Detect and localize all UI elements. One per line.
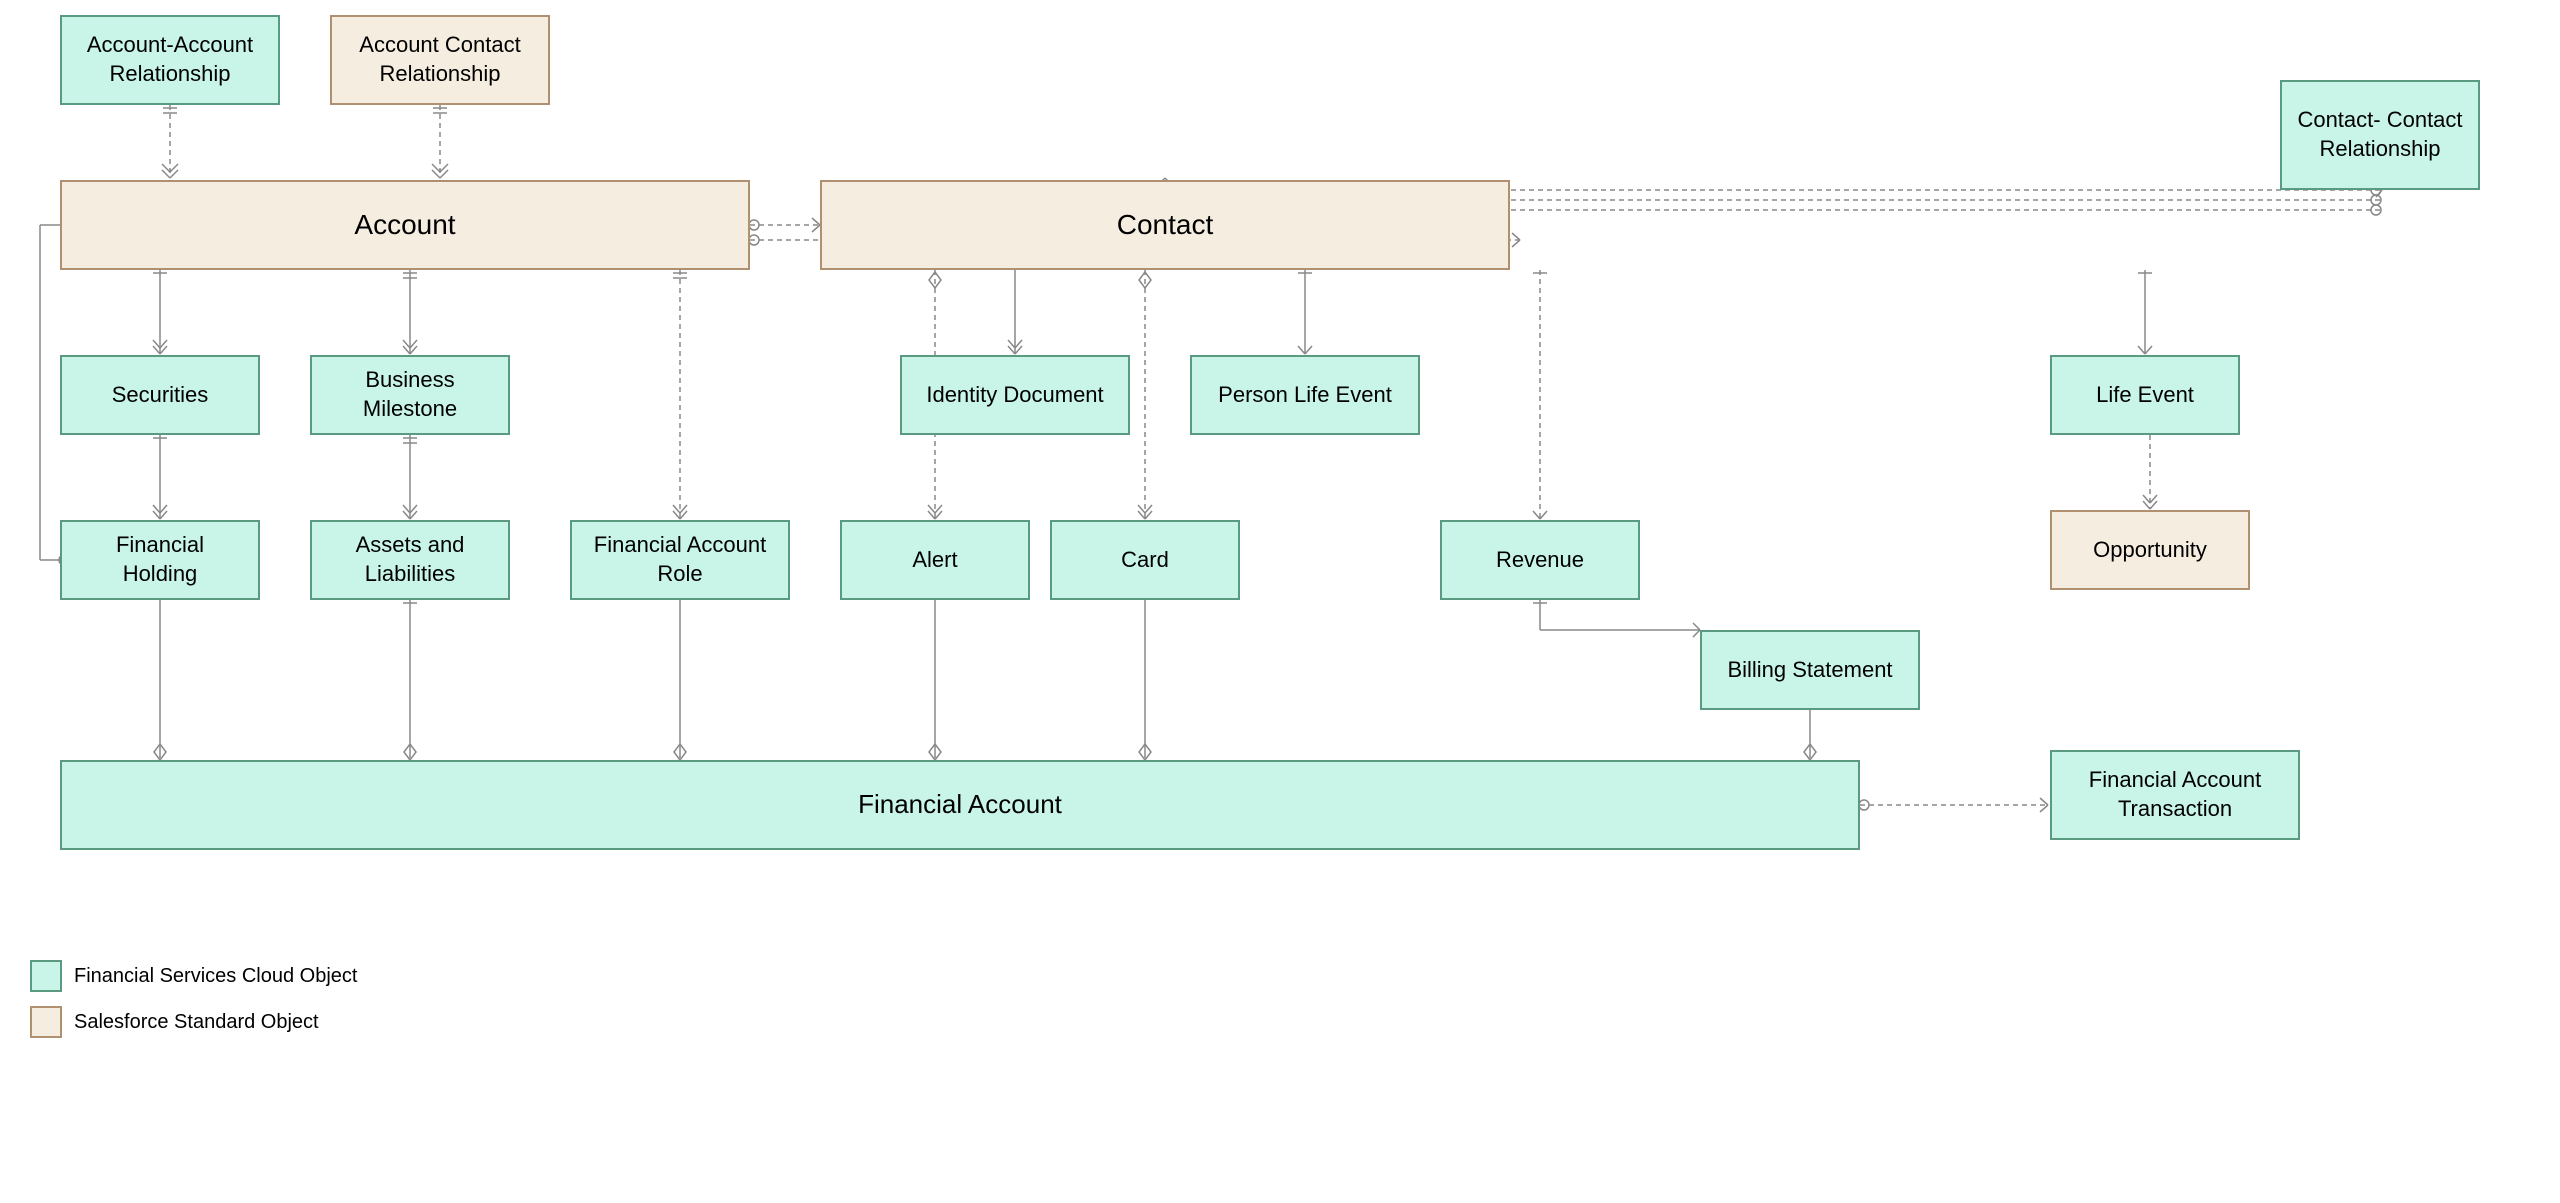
securities-node: Securities <box>60 355 260 435</box>
legend-sf-label: Salesforce Standard Object <box>74 1011 319 1034</box>
account-account-relationship-node: Account-Account Relationship <box>60 15 280 105</box>
contact-node: Contact <box>820 180 1510 270</box>
legend: Financial Services Cloud Object Salesfor… <box>30 960 357 1080</box>
financial-account-transaction-node: Financial Account Transaction <box>2050 750 2300 840</box>
business-milestone-node: Business Milestone <box>310 355 510 435</box>
card-node: Card <box>1050 520 1240 600</box>
legend-fsc-label: Financial Services Cloud Object <box>74 965 357 988</box>
financial-holding-node: Financial Holding <box>60 520 260 600</box>
revenue-node: Revenue <box>1440 520 1640 600</box>
financial-account-role-node: Financial Account Role <box>570 520 790 600</box>
legend-fsc-box <box>30 960 62 992</box>
legend-sf-box <box>30 1006 62 1038</box>
account-node: Account <box>60 180 750 270</box>
alert-node: Alert <box>840 520 1030 600</box>
person-life-event-node: Person Life Event <box>1190 355 1420 435</box>
opportunity-node: Opportunity <box>2050 510 2250 590</box>
legend-fsc: Financial Services Cloud Object <box>30 960 357 992</box>
diagram-container: Account-Account Relationship Account Con… <box>0 0 2560 1100</box>
identity-document-node: Identity Document <box>900 355 1130 435</box>
financial-account-node: Financial Account <box>60 760 1860 850</box>
billing-statement-node: Billing Statement <box>1700 630 1920 710</box>
life-event-node: Life Event <box>2050 355 2240 435</box>
legend-sf: Salesforce Standard Object <box>30 1006 357 1038</box>
contact-contact-relationship-node: Contact- Contact Relationship <box>2280 80 2480 190</box>
account-contact-relationship-node: Account Contact Relationship <box>330 15 550 105</box>
assets-liabilities-node: Assets and Liabilities <box>310 520 510 600</box>
